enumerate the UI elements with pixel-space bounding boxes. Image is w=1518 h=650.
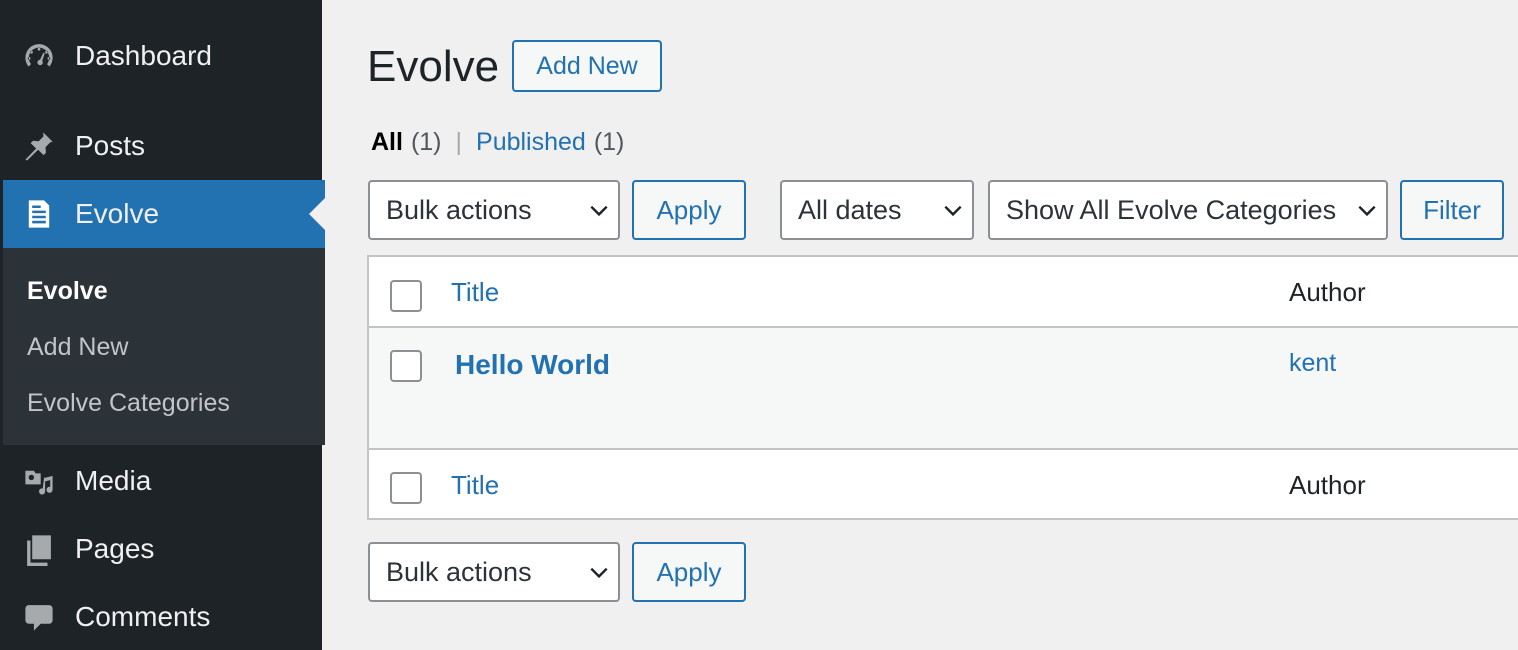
- dashboard-icon: [21, 38, 57, 74]
- filter-button[interactable]: Filter: [1400, 180, 1504, 240]
- view-published-count: (1): [593, 128, 625, 156]
- chevron-down-icon: [934, 199, 972, 221]
- pages-icon: [21, 531, 57, 567]
- bulk-actions-select-top[interactable]: Bulk actions: [368, 180, 620, 240]
- admin-sidebar: Dashboard Posts Evolve Evolve Add New Ev…: [0, 0, 325, 650]
- menu-item-pages[interactable]: Pages: [3, 515, 325, 583]
- menu-label-comments: Comments: [75, 601, 211, 632]
- media-icon: [21, 463, 57, 499]
- table-header-row: Title Author: [369, 257, 1518, 328]
- select-all-checkbox[interactable]: [390, 280, 422, 312]
- column-header-title[interactable]: Title: [451, 277, 499, 308]
- chevron-down-icon: [580, 561, 618, 583]
- apply-button-bottom[interactable]: Apply: [632, 542, 746, 602]
- chevron-down-icon: [1348, 199, 1386, 221]
- table-row: Hello World kent: [369, 328, 1518, 448]
- select-all-checkbox-footer[interactable]: [390, 472, 422, 504]
- menu-label-evolve: Evolve: [75, 198, 160, 229]
- document-icon: [21, 196, 57, 232]
- view-all-link[interactable]: All: [371, 128, 403, 157]
- view-filters: All (1) | Published (1): [371, 128, 624, 157]
- dates-value: All dates: [798, 194, 902, 225]
- bulk-actions-value: Bulk actions: [386, 194, 532, 225]
- post-author-link[interactable]: kent: [1289, 349, 1336, 378]
- table-footer-row: Title Author: [369, 448, 1518, 518]
- post-title-link[interactable]: Hello World: [455, 349, 610, 381]
- menu-label-dashboard: Dashboard: [75, 40, 212, 71]
- view-published-link[interactable]: Published: [476, 128, 586, 157]
- menu-label-posts: Posts: [75, 130, 146, 161]
- add-new-button[interactable]: Add New: [512, 40, 662, 92]
- submenu-item-evolve-categories[interactable]: Evolve Categories: [27, 389, 230, 418]
- row-checkbox[interactable]: [390, 350, 422, 382]
- bulk-actions-select-bottom[interactable]: Bulk actions: [368, 542, 620, 602]
- column-header-author: Author: [1289, 277, 1366, 307]
- submenu-item-evolve[interactable]: Evolve: [27, 277, 108, 306]
- menu-item-dashboard[interactable]: Dashboard: [3, 22, 325, 90]
- apply-button-top[interactable]: Apply: [632, 180, 746, 240]
- chevron-down-icon: [580, 199, 618, 221]
- column-footer-author: Author: [1289, 470, 1366, 500]
- menu-label-media: Media: [75, 465, 152, 496]
- comment-icon: [21, 599, 57, 635]
- evolve-submenu: Evolve Add New Evolve Categories: [3, 248, 325, 445]
- page-title: Evolve: [367, 42, 500, 91]
- menu-label-pages: Pages: [75, 533, 155, 564]
- view-separator: |: [455, 128, 463, 156]
- menu-item-posts[interactable]: Posts: [3, 112, 325, 180]
- column-footer-title[interactable]: Title: [451, 470, 499, 501]
- categories-value: Show All Evolve Categories: [1006, 194, 1337, 225]
- categories-select[interactable]: Show All Evolve Categories: [988, 180, 1388, 240]
- menu-item-evolve[interactable]: Evolve: [3, 180, 325, 248]
- view-all-count: (1): [410, 128, 442, 156]
- bulk-actions-value-bottom: Bulk actions: [386, 556, 532, 587]
- submenu-item-add-new[interactable]: Add New: [27, 333, 128, 362]
- posts-table: Title Author Hello World kent Title Auth…: [367, 255, 1518, 520]
- menu-item-media[interactable]: Media: [3, 447, 325, 515]
- pushpin-icon: [21, 128, 57, 164]
- menu-item-comments[interactable]: Comments: [3, 583, 325, 650]
- main-content: Evolve Add New All (1) | Published (1) B…: [322, 0, 1518, 650]
- dates-select[interactable]: All dates: [780, 180, 974, 240]
